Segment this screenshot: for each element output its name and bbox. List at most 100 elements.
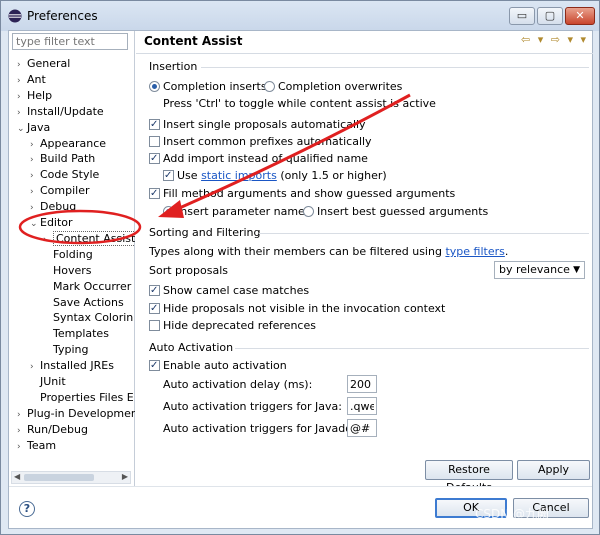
tree-horizontal-scrollbar[interactable]: ◀ ▶ <box>11 471 131 484</box>
chevron-right-icon[interactable]: › <box>30 153 40 168</box>
chevron-right-icon[interactable]: › <box>30 185 40 200</box>
radio-icon[interactable] <box>303 206 314 217</box>
static-imports-checkbox[interactable]: Use static imports (only 1.5 or higher) <box>163 168 387 183</box>
javadoc-triggers-input[interactable] <box>347 419 377 437</box>
hide-deprecated-checkbox[interactable]: Hide deprecated references <box>149 318 316 333</box>
chevron-right-icon[interactable]: › <box>17 74 27 89</box>
help-icon[interactable]: ? <box>19 501 35 517</box>
completion-inserts-radio[interactable]: Completion inserts <box>149 79 267 94</box>
static-imports-link[interactable]: static imports <box>201 169 277 182</box>
chevron-down-icon[interactable]: ⌄ <box>30 217 40 232</box>
tree-item[interactable]: › Help <box>17 88 52 103</box>
chevron-right-icon[interactable]: › <box>17 424 27 439</box>
checkbox-checked-icon[interactable] <box>163 168 174 183</box>
tree-item[interactable]: › Run/Debug <box>17 422 88 437</box>
tree-item-label: Java <box>27 120 51 134</box>
close-button[interactable]: ✕ <box>565 7 595 25</box>
scroll-left-icon[interactable]: ◀ <box>14 472 20 481</box>
tree-item[interactable]: › Team <box>17 438 56 453</box>
checkbox-checked-icon[interactable] <box>149 283 160 298</box>
tree-item-label: Install/Update <box>27 104 104 118</box>
tree-item[interactable]: Properties Files E <box>30 390 134 405</box>
tree-item[interactable]: › Content Assist <box>43 230 135 248</box>
single-proposals-checkbox[interactable]: Insert single proposals automatically <box>149 117 366 132</box>
scroll-right-icon[interactable]: ▶ <box>122 472 128 481</box>
chevron-right-icon[interactable]: › <box>17 440 27 455</box>
preference-tree[interactable]: › General › Ant › Help › Install/Update ⌄ Java › Ap… <box>9 51 135 466</box>
checkbox-icon[interactable] <box>149 320 160 331</box>
tree-item[interactable]: Save Actions <box>43 295 124 310</box>
checkbox-checked-icon[interactable] <box>149 358 160 373</box>
tree-item[interactable]: › Ant <box>17 72 46 87</box>
tree-item-label: Build Path <box>40 152 96 166</box>
tree-item-label: Run/Debug <box>27 422 88 436</box>
restore-defaults-button[interactable]: Restore Defaults <box>425 460 513 494</box>
sorting-group-line <box>259 233 589 234</box>
chevron-right-icon[interactable]: › <box>17 408 27 423</box>
tree-item[interactable]: Typing <box>43 342 89 357</box>
apply-button[interactable]: Apply <box>517 460 590 480</box>
chevron-right-icon[interactable]: › <box>30 138 40 153</box>
chevron-right-icon[interactable]: › <box>17 106 27 121</box>
tree-item-label: Compiler <box>40 184 90 198</box>
sort-proposals-select[interactable]: by relevance ▼ <box>494 261 585 279</box>
chevron-right-icon[interactable]: › <box>30 201 40 216</box>
tree-item[interactable]: › Code Style <box>30 167 99 182</box>
add-import-checkbox[interactable]: Add import instead of qualified name <box>149 151 368 166</box>
tree-item[interactable]: Hovers <box>43 263 92 278</box>
page-navigation-arrows[interactable]: ⇦ ▾ ⇨ ▾ ▾ <box>521 33 588 46</box>
tree-item[interactable]: JUnit <box>30 374 66 389</box>
tree-item-label: Hovers <box>53 263 92 277</box>
tree-item[interactable]: › Compiler <box>30 183 90 198</box>
insert-best-guessed-radio[interactable]: Insert best guessed arguments <box>303 204 488 219</box>
tree-item-label: Team <box>27 438 57 452</box>
filter-input[interactable] <box>12 33 128 50</box>
checkbox-checked-icon[interactable] <box>149 117 160 132</box>
insertion-group-label: Insertion <box>149 60 198 73</box>
maximize-button[interactable]: ▢ <box>537 7 563 25</box>
tree-item[interactable]: › Build Path <box>30 151 95 166</box>
scroll-thumb[interactable] <box>24 474 94 481</box>
java-triggers-input[interactable] <box>347 397 377 415</box>
tree-item[interactable]: ⌄ Java <box>17 120 50 135</box>
common-prefixes-checkbox[interactable]: Insert common prefixes automatically <box>149 134 372 149</box>
chevron-down-icon[interactable]: ⌄ <box>17 122 27 137</box>
enable-auto-activation-checkbox[interactable]: Enable auto activation <box>149 358 287 373</box>
tree-item[interactable]: Folding <box>43 247 93 262</box>
type-filters-link[interactable]: type filters <box>445 245 504 258</box>
minimize-button[interactable]: ▭ <box>509 7 535 25</box>
hide-not-visible-checkbox[interactable]: Hide proposals not visible in the invoca… <box>149 301 445 316</box>
tree-item[interactable]: › General <box>17 56 70 71</box>
chevron-down-icon[interactable]: ▼ <box>573 263 580 277</box>
title-bar[interactable]: Preferences ▭ ▢ ✕ <box>1 1 599 31</box>
tree-item[interactable]: › Install/Update <box>17 104 104 119</box>
checkbox-checked-icon[interactable] <box>149 151 160 166</box>
tree-item[interactable]: › Appearance <box>30 136 106 151</box>
fill-method-args-checkbox[interactable]: Fill method arguments and show guessed a… <box>149 186 455 201</box>
checkbox-icon[interactable] <box>149 136 160 147</box>
preferences-window: Preferences ▭ ▢ ✕ ›General›Ant›Help›Inst… <box>0 0 600 535</box>
chevron-right-icon[interactable]: › <box>17 90 27 105</box>
show-camel-case-checkbox[interactable]: Show camel case matches <box>149 283 309 298</box>
tree-item[interactable]: Mark Occurrer <box>43 279 131 294</box>
chevron-right-icon[interactable]: › <box>30 360 40 375</box>
radio-selected-icon[interactable] <box>149 81 160 92</box>
radio-icon[interactable] <box>264 81 275 92</box>
radio-selected-icon[interactable] <box>163 206 174 217</box>
chevron-right-icon[interactable]: › <box>17 58 27 73</box>
auto-activation-delay-input[interactable] <box>347 375 377 393</box>
tree-item[interactable]: › Plug-in Developmer <box>17 406 135 421</box>
tree-item[interactable]: ⌄ Editor <box>30 215 73 230</box>
insert-param-names-radio[interactable]: Insert parameter names <box>163 204 311 219</box>
tree-item[interactable]: Templates <box>43 326 109 341</box>
tree-item[interactable]: Syntax Colorin <box>43 310 133 325</box>
checkbox-checked-icon[interactable] <box>149 186 160 201</box>
checkbox-checked-icon[interactable] <box>149 301 160 316</box>
tree-item[interactable]: › Installed JREs <box>30 358 114 373</box>
tree-item[interactable]: › Debug <box>30 199 76 214</box>
completion-overwrites-radio[interactable]: Completion overwrites <box>264 79 402 94</box>
chevron-right-icon[interactable]: › <box>30 169 40 184</box>
csdn-watermark: CSDN @九阙 <box>475 507 550 521</box>
tree-item-label: Appearance <box>40 136 107 150</box>
chevron-right-icon[interactable]: › <box>43 233 53 248</box>
